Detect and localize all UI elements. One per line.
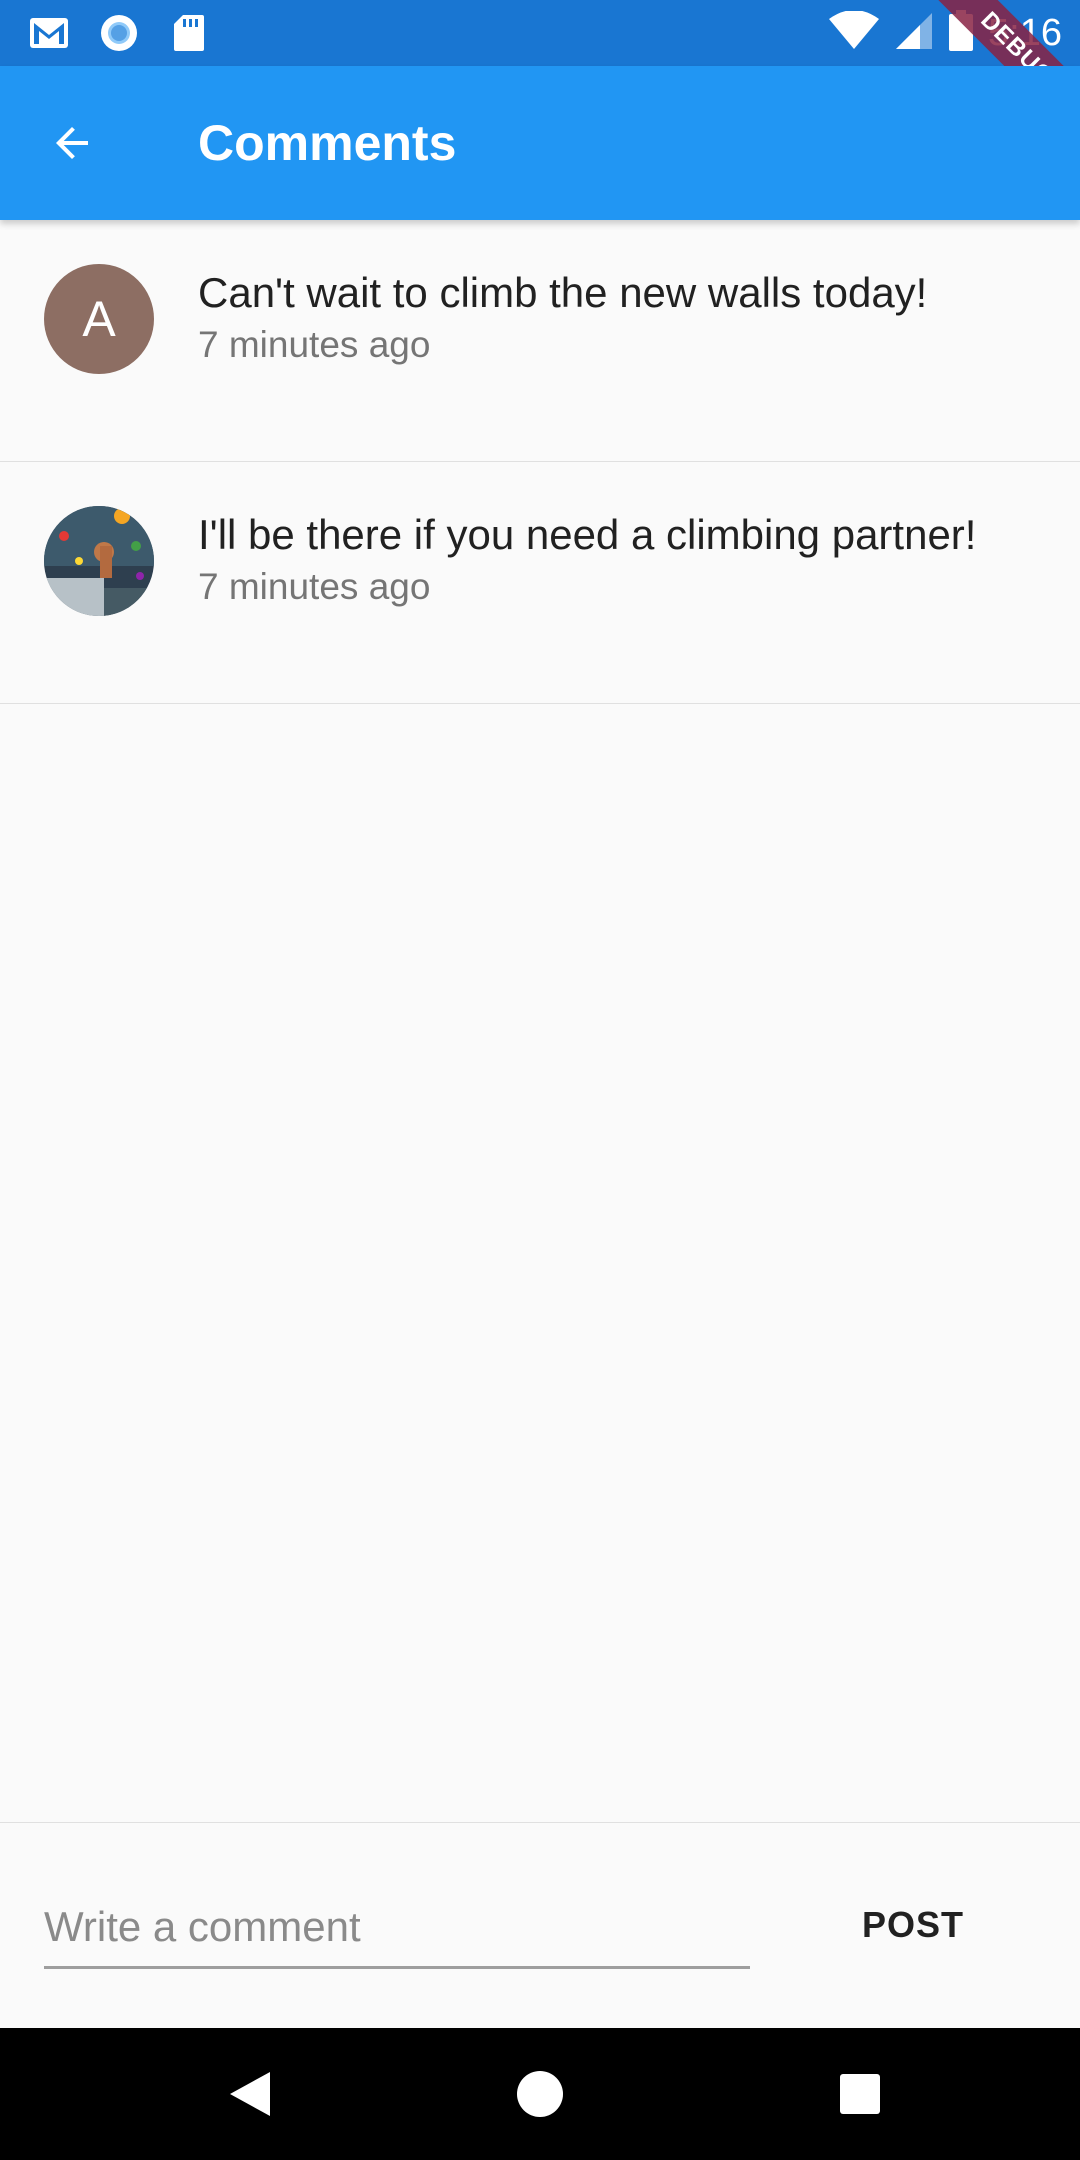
app-bar: Comments (0, 66, 1080, 220)
avatar (44, 506, 154, 616)
back-triangle-icon (230, 2072, 270, 2116)
recents-square-icon (840, 2074, 880, 2114)
back-button[interactable] (40, 111, 104, 175)
comment-text: I'll be there if you need a climbing par… (198, 511, 977, 558)
comment-timestamp: 7 minutes ago (198, 566, 431, 607)
climbing-wall-photo (44, 506, 154, 616)
home-circle-icon (517, 2071, 563, 2117)
system-navigation-bar (0, 2028, 1080, 2160)
cell-signal-icon (894, 11, 934, 56)
comment-timestamp: 7 minutes ago (198, 324, 431, 365)
gmail-icon (28, 12, 70, 54)
status-bar: 5:16 DEBUG (0, 0, 1080, 66)
comment-item[interactable]: I'll be there if you need a climbing par… (0, 462, 1080, 704)
avatar: A (44, 264, 154, 374)
nav-back-button[interactable] (184, 2028, 316, 2160)
page-title: Comments (198, 115, 457, 171)
avatar-initial: A (82, 291, 116, 347)
wifi-icon (828, 9, 880, 56)
arrow-back-icon (56, 127, 88, 159)
nav-recents-button[interactable] (794, 2028, 926, 2160)
comment-list: A Can't wait to climb the new walls toda… (0, 220, 1080, 704)
circle-notification-icon (98, 12, 140, 54)
sd-card-icon (168, 12, 210, 54)
nav-home-button[interactable] (474, 2028, 606, 2160)
comment-text: Can't wait to climb the new walls today! (198, 269, 928, 316)
comment-composer: POST (0, 1822, 1080, 2028)
post-button[interactable]: POST (838, 1883, 988, 1967)
comments-screen: 5:16 DEBUG Comments A Can't wait to clim… (0, 0, 1080, 2160)
comment-item[interactable]: A Can't wait to climb the new walls toda… (0, 220, 1080, 462)
notification-icons (28, 12, 210, 54)
comment-input[interactable] (44, 1887, 750, 1969)
